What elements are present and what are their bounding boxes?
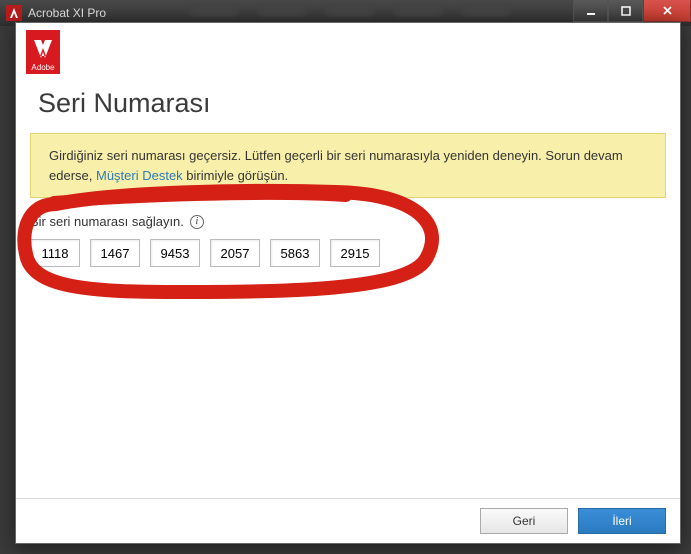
warning-box: Girdiğiniz seri numarası geçersiz. Lütfe…	[30, 133, 666, 198]
next-button[interactable]: İleri	[578, 508, 666, 534]
adobe-a-icon	[31, 37, 55, 61]
dialog-title: Seri Numarası	[38, 88, 670, 119]
blurred-menu	[190, 4, 510, 16]
warning-text-post: birimiyle görüşün.	[183, 168, 289, 183]
serial-field-5[interactable]	[270, 239, 320, 267]
minimize-icon	[586, 6, 596, 16]
serial-label-row: Bir seri numarası sağlayın. i	[30, 214, 666, 229]
serial-field-4[interactable]	[210, 239, 260, 267]
serial-field-6[interactable]	[330, 239, 380, 267]
support-link[interactable]: Müşteri Destek	[96, 168, 183, 183]
outer-window-title: Acrobat XI Pro	[28, 6, 106, 20]
adobe-logo-text: Adobe	[31, 63, 54, 72]
maximize-button[interactable]	[608, 0, 643, 22]
acrobat-app-icon	[6, 5, 22, 21]
serial-inputs	[30, 239, 666, 267]
close-button[interactable]	[643, 0, 691, 22]
minimize-button[interactable]	[573, 0, 608, 22]
outer-window: Acrobat XI Pro Adobe Seri Numarası	[0, 0, 691, 554]
serial-field-1[interactable]	[30, 239, 80, 267]
back-button[interactable]: Geri	[480, 508, 568, 534]
serial-field-3[interactable]	[150, 239, 200, 267]
dialog-header: Adobe Seri Numarası	[16, 23, 680, 133]
dialog-footer: Geri İleri	[16, 498, 680, 543]
serial-dialog: Adobe Seri Numarası Girdiğiniz seri numa…	[15, 22, 681, 544]
serial-section: Bir seri numarası sağlayın. i	[30, 214, 666, 498]
adobe-logo: Adobe	[26, 30, 60, 74]
maximize-icon	[621, 6, 631, 16]
serial-label: Bir seri numarası sağlayın.	[30, 214, 184, 229]
serial-field-2[interactable]	[90, 239, 140, 267]
close-icon	[662, 5, 673, 16]
info-icon[interactable]: i	[190, 215, 204, 229]
window-controls	[573, 0, 691, 22]
